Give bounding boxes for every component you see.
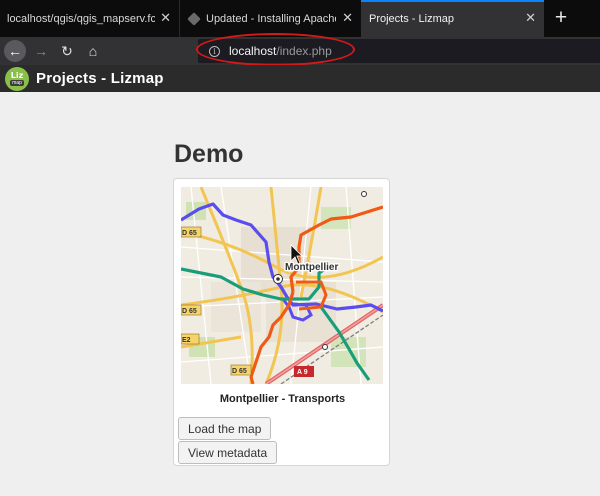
- lizmap-header: Liz map Projects - Lizmap: [0, 65, 600, 92]
- address-bar[interactable]: i localhost/index.php: [198, 39, 600, 63]
- forward-arrow-icon[interactable]: →: [30, 40, 52, 62]
- browser-tab-strip: localhost/qgis/qgis_mapserv.fcgi.ex ✕ Up…: [0, 0, 600, 37]
- back-arrow-icon[interactable]: ←: [4, 40, 26, 62]
- cube-icon: [187, 11, 201, 26]
- lizmap-logo[interactable]: Liz map: [5, 66, 29, 91]
- close-tab-icon[interactable]: ✕: [525, 11, 536, 25]
- tab-title: Updated - Installing Apache, Q: [206, 12, 336, 25]
- road-label: A 9: [297, 369, 308, 376]
- road-label: E2: [182, 337, 191, 344]
- close-tab-icon[interactable]: ✕: [342, 11, 353, 25]
- browser-navigation-bar: ← → ↻ ⌂ i localhost/index.php: [0, 37, 600, 65]
- info-icon[interactable]: i: [209, 45, 220, 57]
- section-title: Demo: [174, 140, 244, 168]
- project-title: Montpellier - Transports: [219, 393, 346, 405]
- browser-tab-lizmap[interactable]: Projects - Lizmap ✕: [361, 0, 544, 37]
- new-tab-button[interactable]: +: [549, 5, 573, 31]
- url-path: /index.php: [276, 44, 332, 58]
- view-metadata-button[interactable]: View metadata: [178, 441, 278, 464]
- load-map-button[interactable]: Load the map: [178, 417, 272, 440]
- page-title: Projects - Lizmap: [36, 70, 164, 87]
- tab-title: localhost/qgis/qgis_mapserv.fcgi.ex: [7, 12, 155, 25]
- road-label: D 65: [232, 368, 247, 375]
- reload-icon[interactable]: ↻: [56, 40, 78, 62]
- home-icon[interactable]: ⌂: [82, 40, 104, 62]
- browser-tab-qgis[interactable]: localhost/qgis/qgis_mapserv.fcgi.ex ✕: [0, 0, 180, 37]
- tab-title: Projects - Lizmap: [369, 12, 454, 25]
- map-city-label: Montpellier: [285, 262, 338, 273]
- road-label: D 65: [182, 308, 197, 315]
- project-map-thumbnail[interactable]: Montpellier D 65 D 65 E2 D 65 A 9: [181, 187, 383, 384]
- close-tab-icon[interactable]: ✕: [160, 11, 171, 25]
- road-label: D 65: [182, 230, 197, 237]
- logo-text-bottom: map: [10, 79, 24, 86]
- project-card: Montpellier D 65 D 65 E2 D 65 A 9 Montpe…: [173, 178, 390, 466]
- browser-tab-apache[interactable]: Updated - Installing Apache, Q ✕: [181, 0, 361, 37]
- logo-text-top: Liz: [10, 70, 24, 80]
- url-host: localhost: [229, 44, 277, 58]
